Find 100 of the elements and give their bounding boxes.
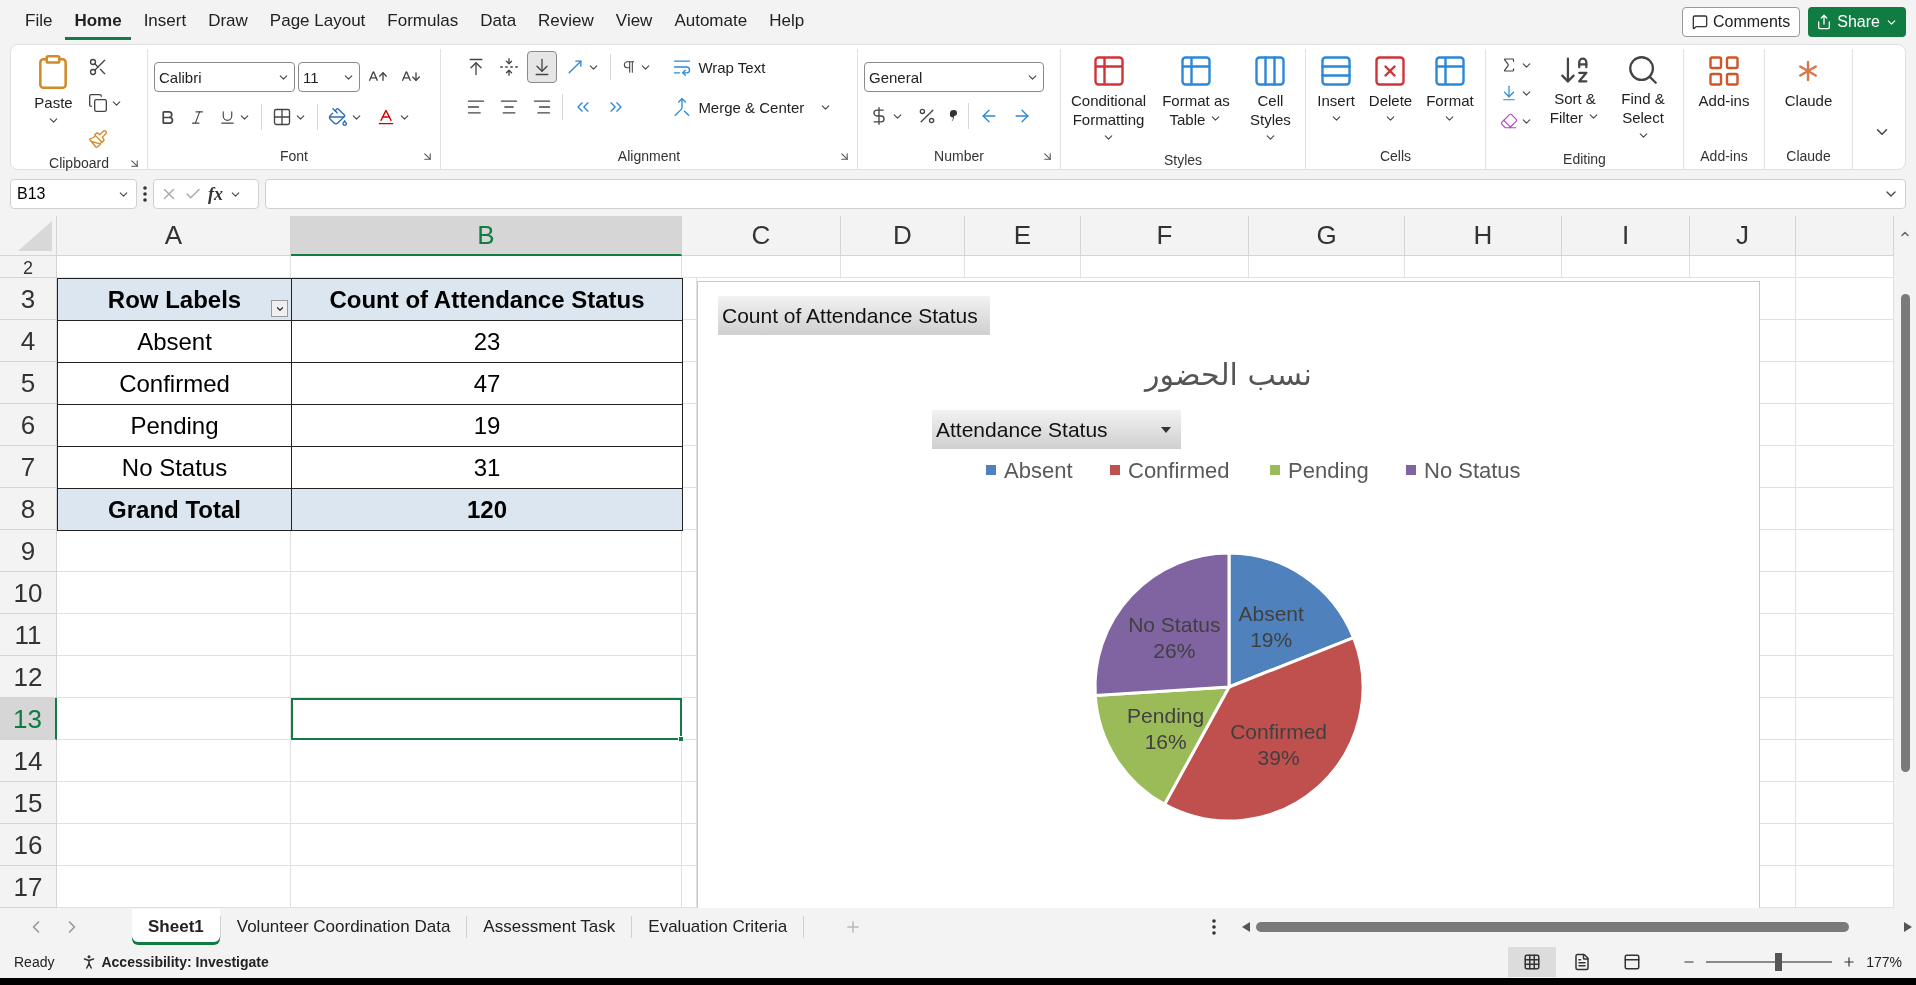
cells-button[interactable]: Delete [1364,51,1417,127]
menu-tab[interactable]: Help [760,4,814,40]
zoom-in-icon[interactable] [1842,955,1857,969]
menu-tab[interactable]: View [606,4,662,40]
number-format-field[interactable]: General [864,62,1044,92]
styles-button[interactable]: Cell Styles [1241,51,1299,150]
column-header[interactable]: B [291,216,682,256]
menu-tab[interactable]: Review [529,4,603,40]
column-header[interactable]: D [841,216,965,256]
row-header[interactable]: 11 [0,614,57,656]
claude-button[interactable]: Claude [1780,51,1837,112]
scroll-left-icon[interactable] [1242,922,1250,932]
row-header[interactable]: 12 [0,656,57,698]
row-header[interactable]: 2 [0,256,57,278]
cell[interactable] [291,740,682,782]
formula-field[interactable] [265,179,1906,209]
row-header[interactable]: 15 [0,782,57,824]
cell[interactable] [291,866,682,908]
sheet-tab[interactable]: Volunteer Coordination Data [220,909,467,945]
cell[interactable] [291,530,682,572]
cell[interactable] [57,530,291,572]
select-all-button[interactable] [0,216,57,256]
row-header[interactable]: 14 [0,740,57,782]
cell[interactable] [291,614,682,656]
column-header[interactable]: C [682,216,841,256]
column-header[interactable]: J [1690,216,1796,256]
column-header[interactable]: E [965,216,1081,256]
font-name-field[interactable]: Calibri [154,62,295,92]
row-header[interactable]: 8 [0,488,57,530]
cell[interactable] [291,782,682,824]
menu-tab[interactable]: Page Layout [260,4,375,40]
sheet-tab[interactable]: Sheet1 [132,909,220,945]
styles-button[interactable]: Conditional Formatting [1067,51,1151,150]
comments-button[interactable]: Comments [1681,7,1801,37]
wrap-text-button[interactable]: Wrap Text [667,51,837,83]
sheet-tab[interactable]: Evaluation Criteria [632,909,804,945]
cell[interactable] [57,572,291,614]
column-header[interactable]: G [1249,216,1405,256]
row-header[interactable]: 5 [0,362,57,404]
cell[interactable] [57,824,291,866]
share-button[interactable]: Share [1808,7,1906,37]
align-button[interactable] [527,51,558,83]
row-header[interactable]: 6 [0,404,57,446]
column-header[interactable] [1796,216,1894,256]
cell[interactable] [1405,256,1562,278]
add-ins-button[interactable]: Add-ins [1694,51,1754,112]
cell[interactable] [1081,256,1249,278]
cell[interactable] [57,614,291,656]
filter-button[interactable] [271,300,288,317]
field-filter-button[interactable]: Attendance Status [932,410,1181,449]
row-header[interactable]: 13 [0,698,57,740]
row-header[interactable]: 10 [0,572,57,614]
menu-tab[interactable]: File [16,4,62,40]
cell[interactable] [1690,256,1796,278]
cell[interactable] [291,824,682,866]
cell[interactable] [682,256,841,278]
column-header[interactable]: H [1405,216,1562,256]
menu-tab[interactable]: Data [471,4,526,40]
cell[interactable] [57,656,291,698]
scrollbar-thumb[interactable] [1256,922,1849,932]
sort-filter-button[interactable]: Sort & Filter [1544,51,1606,129]
cell[interactable] [57,782,291,824]
accessibility-status[interactable]: Accessibility: Investigate [101,954,269,970]
cells-button[interactable]: Format [1422,51,1478,127]
column-header[interactable]: I [1562,216,1690,256]
cell[interactable] [291,572,682,614]
scroll-right-icon[interactable] [1904,922,1912,932]
row-header[interactable]: 9 [0,530,57,572]
scrollbar-thumb[interactable] [1900,294,1910,772]
menu-tab[interactable]: Automate [665,4,757,40]
menu-tab[interactable]: Home [65,4,131,40]
sheet-tab[interactable]: Assessment Task [467,909,632,945]
row-header[interactable]: 7 [0,446,57,488]
row-header[interactable]: 3 [0,278,57,320]
cell[interactable] [965,256,1081,278]
cell[interactable] [841,256,965,278]
styles-button[interactable]: Format as Table [1156,51,1236,131]
active-cell[interactable] [291,698,682,740]
cell[interactable] [57,740,291,782]
row-header[interactable]: 17 [0,866,57,908]
column-header[interactable]: F [1081,216,1249,256]
menu-tab[interactable]: Formulas [378,4,468,40]
view-button[interactable] [1508,947,1557,977]
insert-function-label[interactable]: fx [208,183,223,205]
field-button[interactable]: Count of Attendance Status [718,296,990,335]
column-header[interactable]: A [57,216,291,256]
paste-button[interactable]: Paste [30,51,77,129]
menu-tab[interactable]: Draw [199,4,257,40]
row-header[interactable]: 16 [0,824,57,866]
merge-center-button[interactable]: Merge & Center [667,91,837,123]
cells-button[interactable]: Insert [1313,51,1359,127]
fill-handle[interactable] [678,736,684,742]
zoom-slider-thumb[interactable] [1775,953,1782,971]
menu-tab[interactable]: Insert [134,4,196,40]
cell[interactable] [1562,256,1690,278]
cell[interactable] [291,656,682,698]
cell[interactable] [57,866,291,908]
name-box[interactable]: B13 [10,179,137,209]
cell[interactable] [57,698,291,740]
find-select-button[interactable]: Find & Select [1612,51,1674,148]
